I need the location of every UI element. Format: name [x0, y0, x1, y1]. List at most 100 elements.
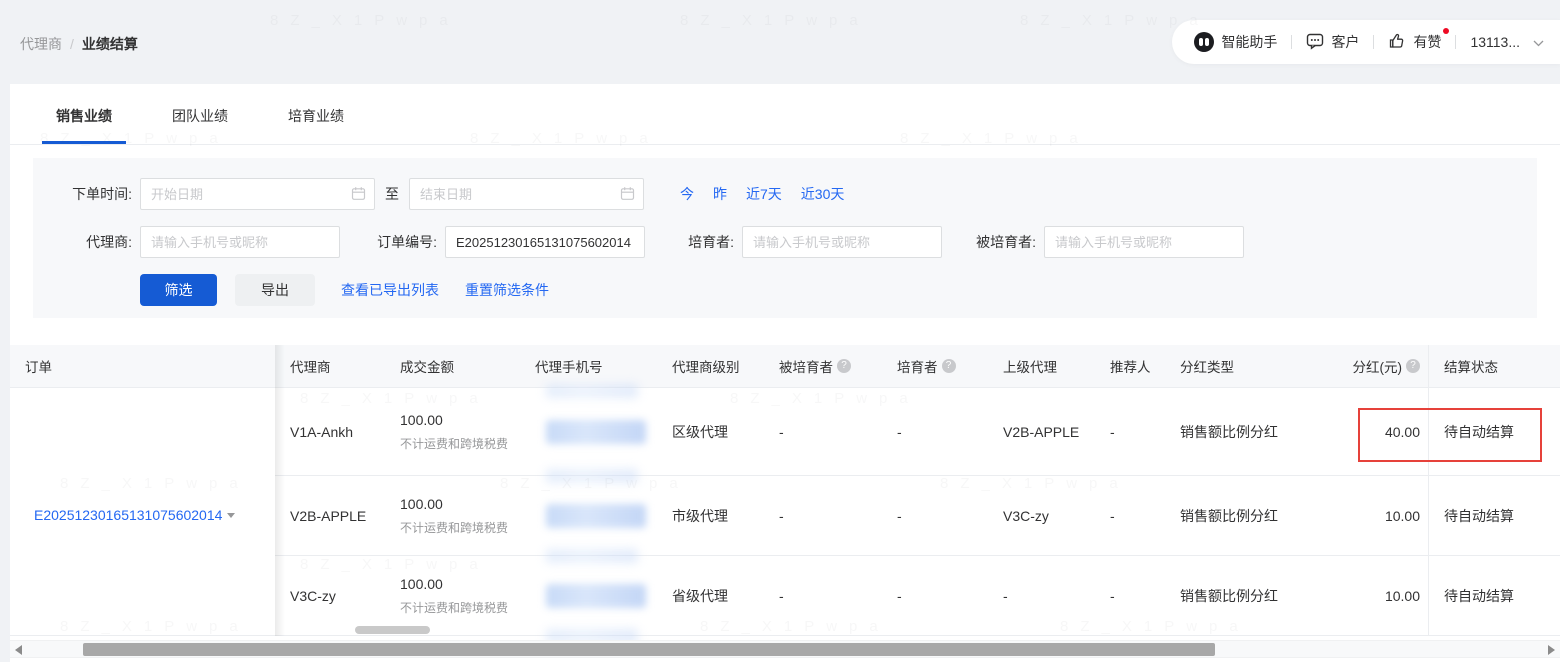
nurturer-label: 培育者: — [665, 232, 742, 252]
upper-agent-cell: - — [988, 556, 1095, 636]
order-no-input[interactable] — [445, 226, 645, 258]
account-label: 13113... — [1470, 34, 1520, 50]
to-label: 至 — [385, 184, 399, 204]
filter-panel: 下单时间: 至 今 昨 近7天 近30天 代理商: — [33, 158, 1537, 318]
col-header-dividend-type: 分红类型 — [1165, 345, 1345, 387]
status-cell: 待自动结算 — [1428, 476, 1560, 556]
col-header-referrer: 推荐人 — [1095, 345, 1165, 387]
table-header-row: 订单 代理商 成交金额 代理手机号 代理商级别 被培育者 培育者 上级代理 推荐… — [10, 345, 1560, 388]
ai-assistant-button[interactable]: 智能助手 — [1194, 32, 1277, 52]
help-icon[interactable] — [837, 359, 851, 373]
view-exported-link[interactable]: 查看已导出列表 — [341, 280, 439, 300]
tab-nurture-performance[interactable]: 培育业绩 — [288, 106, 344, 144]
col-header-nurtured: 被培育者 — [764, 345, 882, 387]
col-header-level: 代理商级别 — [657, 345, 764, 387]
filter-row-time: 下单时间: 至 今 昨 近7天 近30天 — [33, 178, 1537, 210]
col-header-nurturer: 培育者 — [882, 345, 988, 387]
scrollbar-thumb[interactable] — [83, 643, 1215, 656]
ai-assistant-label: 智能助手 — [1221, 32, 1277, 52]
quick-date-links: 今 昨 近7天 近30天 — [680, 184, 844, 204]
nurtured-cell: - — [764, 388, 882, 476]
order-number-link[interactable]: E20251230165131075602014 — [34, 507, 235, 523]
customer-button[interactable]: 客户 — [1306, 32, 1359, 53]
youzan-button[interactable]: 有赞 — [1388, 32, 1441, 53]
nurturer-cell: - — [882, 556, 988, 636]
main-card: 销售业绩 团队业绩 培育业绩 下单时间: 至 今 昨 近7天 — [10, 84, 1560, 662]
nurtured-cell: - — [764, 476, 882, 556]
dividend-type-cell: 销售额比例分红 — [1165, 476, 1345, 556]
level-cell: 市级代理 — [657, 476, 764, 556]
agent-label: 代理商: — [33, 232, 140, 252]
end-date-input[interactable] — [409, 178, 644, 210]
table-row: V3C-zy 100.00不计运费和跨境税费 省级代理 - - - - 销售额比… — [10, 556, 1560, 636]
divider — [1373, 35, 1374, 49]
dividend-type-cell: 销售额比例分红 — [1165, 388, 1345, 476]
col-header-amount: 成交金额 — [385, 345, 520, 387]
help-icon[interactable] — [1406, 359, 1420, 373]
breadcrumb-current: 业绩结算 — [82, 36, 138, 52]
quick-link-7days[interactable]: 近7天 — [746, 184, 782, 204]
status-cell: 待自动结算 — [1428, 388, 1560, 476]
horizontal-scrollbar — [10, 640, 1560, 658]
dividend-type-cell: 销售额比例分红 — [1165, 556, 1345, 636]
order-cell-merged — [10, 388, 275, 476]
agent-cell: V3C-zy — [275, 556, 385, 636]
thumbs-up-icon — [1388, 32, 1406, 53]
scroll-right-arrow[interactable] — [1548, 645, 1555, 655]
start-date-input[interactable] — [140, 178, 375, 210]
quick-link-today[interactable]: 今 — [680, 184, 694, 204]
caret-down-icon — [227, 513, 235, 522]
status-cell: 待自动结算 — [1428, 556, 1560, 636]
divider — [1455, 35, 1456, 49]
breadcrumb-parent[interactable]: 代理商 — [20, 36, 62, 52]
ai-assistant-icon — [1194, 32, 1214, 52]
order-cell-merged — [10, 556, 275, 636]
col-header-status: 结算状态 — [1428, 345, 1560, 387]
dividend-cell: 10.00 — [1345, 476, 1428, 556]
amount-cell: 100.00不计运费和跨境税费 — [385, 556, 520, 636]
amount-cell: 100.00不计运费和跨境税费 — [385, 388, 520, 476]
tab-sales-performance[interactable]: 销售业绩 — [56, 106, 112, 144]
help-icon[interactable] — [942, 359, 956, 373]
nurtured-input[interactable] — [1044, 226, 1244, 258]
referrer-cell: - — [1095, 388, 1165, 476]
level-cell: 省级代理 — [657, 556, 764, 636]
chat-bubble-icon — [1306, 32, 1324, 53]
col-header-upper-agent: 上级代理 — [988, 345, 1095, 387]
scroll-left-arrow[interactable] — [15, 645, 22, 655]
nurtured-cell: - — [764, 556, 882, 636]
account-menu[interactable]: 13113... — [1470, 34, 1544, 50]
export-button[interactable]: 导出 — [235, 274, 315, 306]
nurtured-label: 被培育者: — [954, 232, 1044, 252]
dividend-cell: 10.00 — [1345, 556, 1428, 636]
native-scrollbar-thumb[interactable] — [355, 626, 430, 634]
blur-artifact — [546, 384, 638, 398]
youzan-label: 有赞 — [1413, 32, 1441, 52]
amount-cell: 100.00不计运费和跨境税费 — [385, 476, 520, 556]
quick-link-yesterday[interactable]: 昨 — [713, 184, 727, 204]
filter-row-fields: 代理商: 订单编号: 培育者: 被培育者: — [33, 226, 1537, 258]
blurred-phone — [546, 420, 646, 444]
blurred-phone — [546, 584, 646, 608]
chevron-down-icon — [1533, 34, 1544, 50]
tab-team-performance[interactable]: 团队业绩 — [172, 106, 228, 144]
customer-label: 客户 — [1331, 32, 1359, 52]
phone-cell-blurred — [520, 476, 657, 556]
quick-link-30days[interactable]: 近30天 — [801, 184, 845, 204]
table-row: V2B-APPLE 100.00不计运费和跨境税费 市级代理 - - V3C-z… — [10, 476, 1560, 556]
col-header-agent: 代理商 — [275, 345, 385, 387]
filter-button[interactable]: 筛选 — [140, 274, 217, 306]
reset-filters-link[interactable]: 重置筛选条件 — [465, 280, 549, 300]
agent-cell: V2B-APPLE — [275, 476, 385, 556]
agent-input[interactable] — [140, 226, 340, 258]
col-header-order: 订单 — [10, 345, 275, 387]
nurturer-input[interactable] — [742, 226, 942, 258]
dividend-cell: 40.00 — [1345, 388, 1428, 476]
nurturer-cell: - — [882, 476, 988, 556]
upper-agent-cell: V2B-APPLE — [988, 388, 1095, 476]
col-header-dividend: 分红(元) — [1345, 345, 1428, 387]
notification-dot — [1443, 28, 1449, 34]
referrer-cell: - — [1095, 556, 1165, 636]
blurred-phone — [546, 504, 646, 528]
col-header-phone: 代理手机号 — [520, 345, 657, 387]
